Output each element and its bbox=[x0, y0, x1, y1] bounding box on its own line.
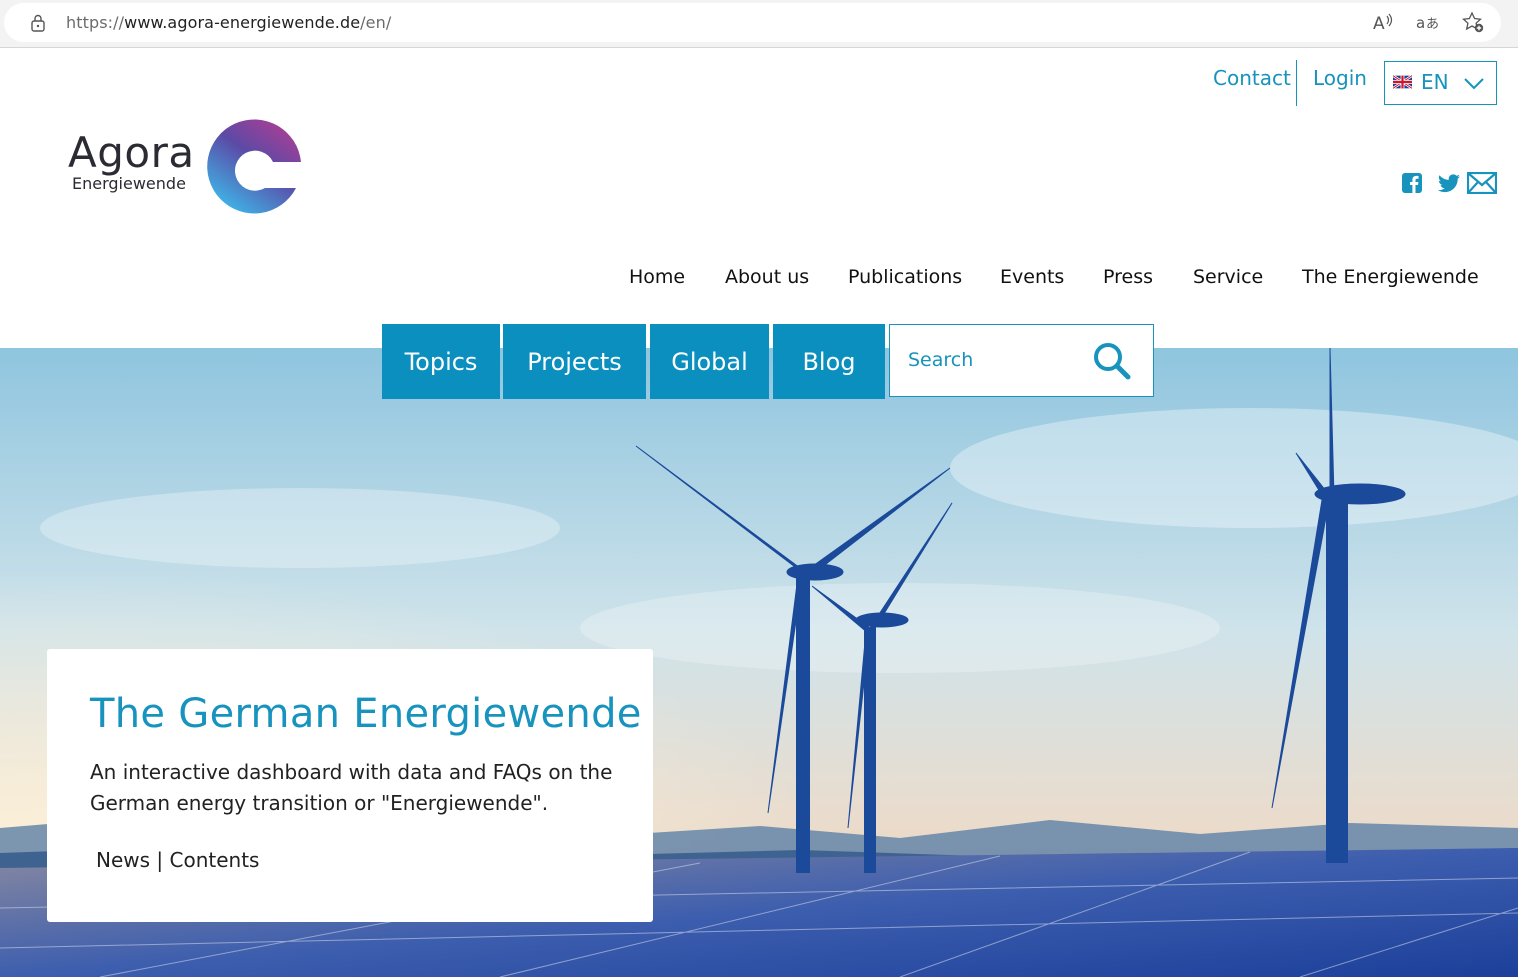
logo-subtitle: Energiewende bbox=[72, 174, 186, 193]
hero-card: The German Energiewende An interactive d… bbox=[47, 649, 653, 922]
browser-toolbar: https://www.agora-energiewende.de/en/ A … bbox=[0, 0, 1518, 48]
contents-link[interactable]: Contents bbox=[170, 848, 260, 872]
tab-global[interactable]: Global bbox=[650, 324, 769, 399]
language-code: EN bbox=[1421, 70, 1449, 94]
login-link[interactable]: Login bbox=[1313, 66, 1367, 90]
facebook-icon[interactable] bbox=[1401, 172, 1423, 194]
header-divider bbox=[1296, 60, 1297, 106]
twitter-icon[interactable] bbox=[1437, 172, 1461, 194]
logo-mark-icon bbox=[207, 119, 301, 214]
tab-blog[interactable]: Blog bbox=[773, 324, 885, 399]
link-separator: | bbox=[156, 848, 164, 872]
svg-text:あ: あ bbox=[1426, 17, 1438, 32]
hero-card-text: An interactive dashboard with data and F… bbox=[90, 760, 613, 815]
nav-service[interactable]: Service bbox=[1193, 266, 1263, 288]
favorites-add-icon[interactable] bbox=[1462, 11, 1484, 33]
logo-wordmark: Agora bbox=[68, 128, 195, 177]
nav-press[interactable]: Press bbox=[1103, 266, 1153, 288]
nav-publications[interactable]: Publications bbox=[848, 266, 962, 288]
svg-text:A: A bbox=[1373, 14, 1385, 33]
hero-card-links: News | Contents bbox=[96, 848, 259, 872]
hero-card-title[interactable]: The German Energiewende bbox=[90, 691, 642, 737]
nav-home[interactable]: Home bbox=[629, 266, 685, 288]
search-input[interactable] bbox=[908, 343, 1088, 377]
address-bar[interactable]: https://www.agora-energiewende.de/en/ bbox=[4, 3, 1501, 42]
uk-flag-icon bbox=[1393, 75, 1412, 89]
search-icon[interactable] bbox=[1092, 341, 1132, 381]
translate-icon[interactable]: a あ bbox=[1416, 11, 1438, 33]
read-aloud-icon[interactable]: A bbox=[1372, 11, 1394, 33]
search-box bbox=[889, 324, 1154, 397]
news-link[interactable]: News bbox=[96, 848, 150, 872]
nav-the-energiewende[interactable]: The Energiewende bbox=[1302, 266, 1479, 288]
contact-link[interactable]: Contact bbox=[1213, 66, 1291, 90]
email-icon[interactable] bbox=[1467, 172, 1497, 194]
nav-events[interactable]: Events bbox=[1000, 266, 1064, 288]
tab-topics[interactable]: Topics bbox=[382, 324, 500, 399]
svg-text:a: a bbox=[1416, 14, 1425, 32]
language-selector[interactable]: EN bbox=[1384, 61, 1497, 105]
tab-projects[interactable]: Projects bbox=[503, 324, 646, 399]
chevron-down-icon bbox=[1464, 78, 1484, 90]
lock-icon[interactable] bbox=[30, 14, 46, 32]
address-url[interactable]: https://www.agora-energiewende.de/en/ bbox=[66, 13, 391, 32]
nav-about-us[interactable]: About us bbox=[725, 266, 809, 288]
